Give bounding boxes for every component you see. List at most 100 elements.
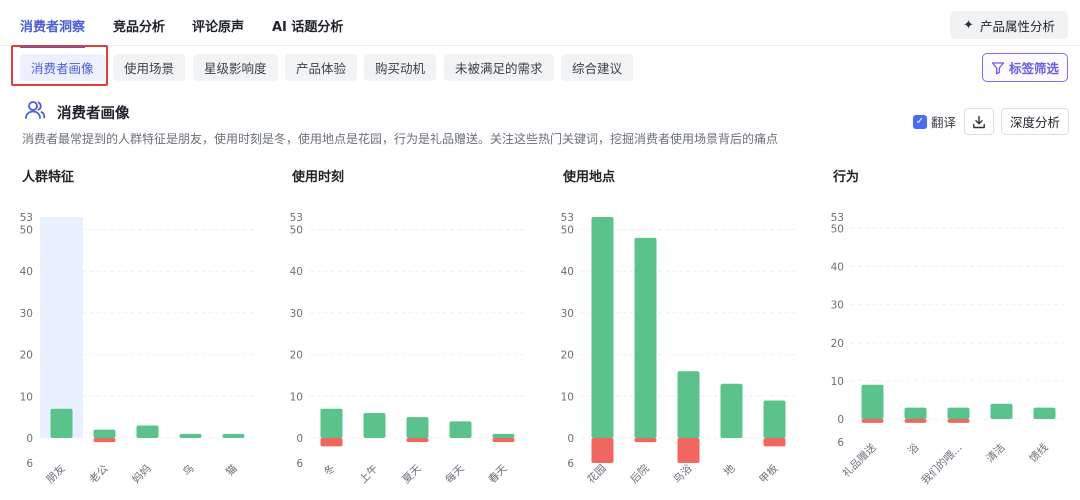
chart-title-behavior: 行为 — [833, 170, 860, 185]
y-tick-label: 20 — [831, 338, 844, 350]
y-tick-label: 30 — [20, 308, 33, 320]
y-tick-label: 6 — [567, 458, 574, 470]
y-tick-label: 0 — [837, 414, 844, 426]
bar-positive[interactable] — [763, 400, 786, 438]
bar-negative[interactable] — [492, 438, 515, 443]
bar-negative[interactable] — [861, 419, 884, 423]
y-tick-label: 10 — [561, 391, 574, 403]
bar-positive[interactable] — [406, 417, 429, 438]
product-attribute-analysis-button[interactable]: ✦ 产品属性分析 — [950, 11, 1068, 39]
tag-filter-label: 标签筛选 — [1008, 61, 1059, 76]
bar-positive[interactable] — [363, 412, 386, 438]
subtab-product-experience[interactable]: 产品体验 — [285, 54, 358, 81]
bar-negative[interactable] — [677, 438, 700, 463]
bar-positive[interactable] — [93, 429, 116, 438]
y-tick-label: 53 — [561, 212, 574, 224]
bar-negative[interactable] — [763, 438, 786, 447]
y-tick-label: 53 — [20, 212, 33, 224]
y-tick-label: 10 — [831, 376, 844, 388]
bar-positive[interactable] — [222, 433, 245, 438]
bar-negative[interactable] — [904, 419, 927, 423]
y-tick-label: 40 — [20, 266, 33, 278]
translate-toggle[interactable]: ✓ 翻译 — [913, 112, 956, 131]
download-icon — [973, 115, 985, 128]
x-category-label: 花园 — [585, 462, 609, 486]
y-tick-label: 20 — [561, 350, 574, 362]
top-tab-bar: 消费者洞察 竞品分析 评论原声 AI 话题分析 ✦ 产品属性分析 — [0, 0, 1080, 48]
bar-negative[interactable] — [591, 438, 614, 463]
bar-positive[interactable] — [1033, 407, 1056, 419]
subtab-purchase-motivation[interactable]: 购买动机 — [364, 54, 437, 81]
bar-positive[interactable] — [904, 407, 927, 419]
subtab-overall-suggestions[interactable]: 综合建议 — [561, 54, 634, 81]
bar-positive[interactable] — [720, 383, 743, 438]
bar-positive[interactable] — [990, 403, 1013, 419]
users-icon — [25, 101, 46, 119]
y-tick-label: 6 — [837, 437, 844, 449]
subtab-unmet-needs[interactable]: 未被满足的需求 — [444, 54, 554, 81]
x-category-label: 后院 — [628, 462, 652, 486]
y-tick-label: 30 — [290, 308, 303, 320]
tab-consumer-insight[interactable]: 消费者洞察 — [20, 16, 86, 48]
bar-chart-behavior: 5350 40 30 20 10 0 6礼品赠送 浴我们的喂... 清洁 馈线 — [831, 212, 1066, 487]
bar-positive[interactable] — [449, 421, 472, 438]
bar-positive[interactable] — [634, 237, 657, 438]
y-tick-label: 6 — [296, 458, 303, 470]
y-tick-label: 0 — [296, 433, 303, 445]
x-category-label: 上午 — [357, 462, 381, 486]
tab-competitor-analysis[interactable]: 竞品分析 — [113, 16, 165, 35]
bar-negative[interactable] — [406, 438, 429, 443]
bar-negative[interactable] — [634, 438, 657, 443]
bar-negative[interactable] — [93, 438, 116, 443]
y-tick-label: 50 — [831, 223, 844, 235]
y-tick-label: 20 — [290, 350, 303, 362]
section-title: 消费者画像 — [57, 106, 130, 122]
y-tick-label: 40 — [561, 266, 574, 278]
bar-positive[interactable] — [179, 433, 202, 438]
x-category-label: 夏天 — [400, 462, 424, 486]
x-category-label: 朋友 — [44, 462, 68, 486]
y-tick-label: 10 — [290, 391, 303, 403]
y-tick-label: 30 — [831, 300, 844, 312]
highlight-band — [40, 217, 83, 438]
y-tick-label: 50 — [561, 225, 574, 237]
x-category-label: 浴 — [906, 441, 922, 457]
bar-positive[interactable] — [492, 433, 515, 438]
bar-positive[interactable] — [320, 408, 343, 438]
y-tick-label: 0 — [567, 433, 574, 445]
y-tick-label: 20 — [20, 350, 33, 362]
subtab-usage-scenario[interactable]: 使用场景 — [113, 54, 186, 81]
chart-title-location: 使用地点 — [563, 170, 616, 185]
checkbox-checked-icon[interactable]: ✓ — [913, 114, 927, 129]
x-category-label: 清洁 — [984, 441, 1008, 465]
bar-negative[interactable] — [320, 438, 343, 447]
tab-review-voice[interactable]: 评论原声 — [192, 16, 244, 35]
sparkle-icon: ✦ — [963, 17, 974, 33]
chart-title-crowd: 人群特征 — [22, 170, 75, 185]
x-category-label: 鸟 — [180, 462, 197, 479]
x-category-label: 妈妈 — [130, 462, 154, 486]
section-description: 消费者最常提到的人群特征是朋友，使用时刻是冬，使用地点是花园，行为是礼品赠送。关… — [22, 132, 779, 146]
download-button[interactable] — [964, 108, 994, 135]
bar-positive[interactable] — [50, 408, 73, 438]
x-category-label: 鸟浴 — [671, 462, 695, 486]
chart-title-time: 使用时刻 — [292, 170, 345, 185]
y-tick-label: 40 — [831, 262, 844, 274]
x-category-label: 地 — [721, 462, 738, 479]
bar-negative[interactable] — [947, 419, 970, 423]
selection-highlight-box — [11, 45, 108, 86]
x-category-label: 我们的喂... — [919, 441, 965, 487]
product-attribute-analysis-label: 产品属性分析 — [979, 18, 1055, 34]
bar-positive[interactable] — [947, 407, 970, 419]
bar-positive[interactable] — [861, 384, 884, 419]
subtab-star-impact[interactable]: 星级影响度 — [193, 54, 278, 81]
deep-analysis-button[interactable]: 深度分析 — [1001, 108, 1069, 135]
bar-positive[interactable] — [591, 217, 614, 438]
tag-filter-button[interactable]: 标签筛选 — [982, 53, 1068, 82]
translate-label: 翻译 — [931, 115, 957, 130]
y-tick-label: 30 — [561, 308, 574, 320]
bar-positive[interactable] — [677, 371, 700, 438]
tab-ai-topic-analysis[interactable]: AI 话题分析 — [272, 16, 343, 35]
bar-positive[interactable] — [136, 425, 159, 438]
bar-chart-crowd: 5350 40 30 20 10 0 6 朋友 老公 妈妈 鸟 猫 — [20, 212, 255, 486]
